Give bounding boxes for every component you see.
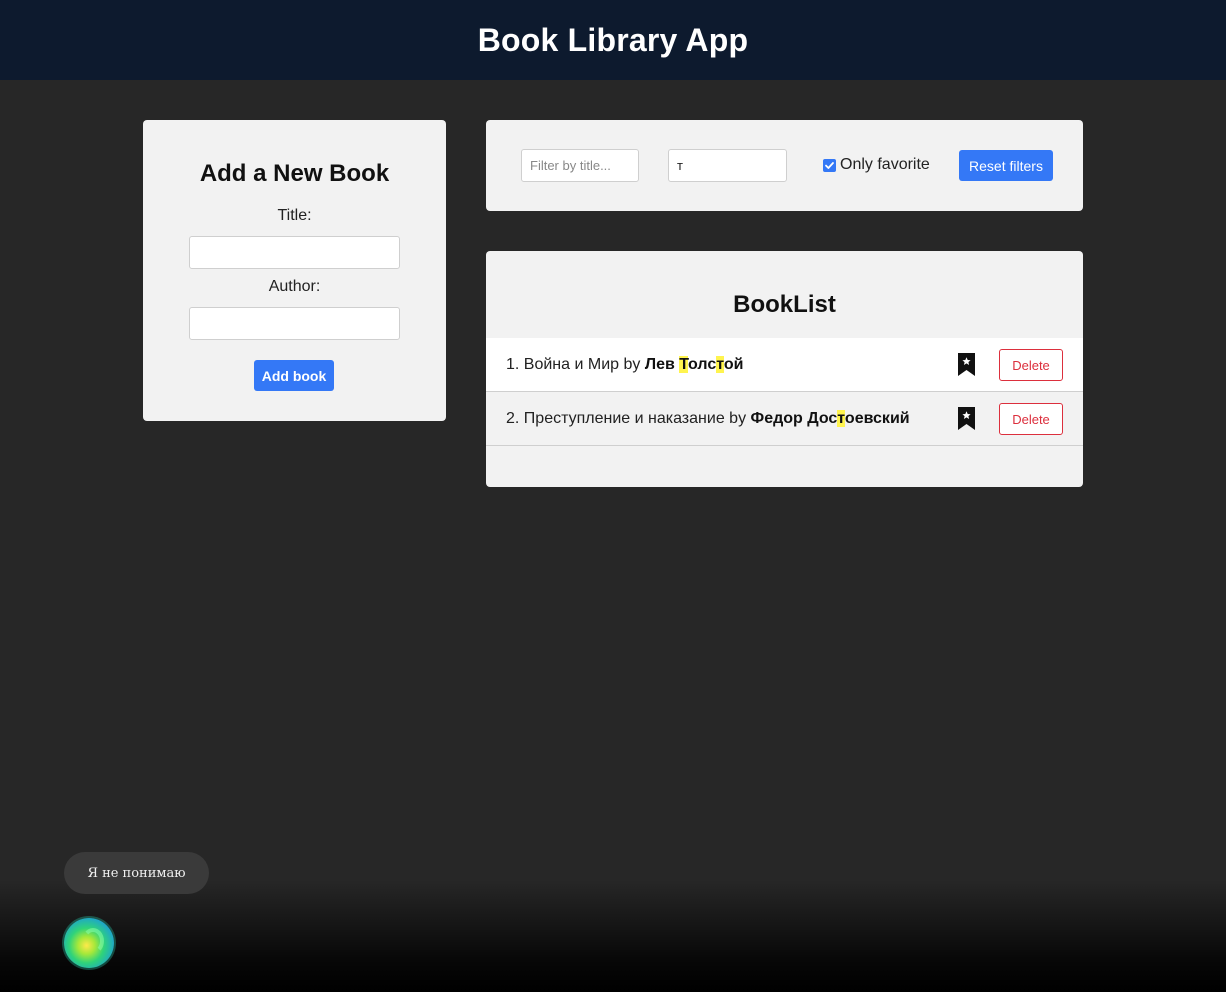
app-title: Book Library App	[477, 21, 749, 58]
app-header: Book Library App	[0, 0, 1226, 80]
book-title: Преступление и наказание	[523, 409, 725, 427]
book-index: 1.	[506, 355, 520, 373]
assistant-orb-icon[interactable]	[64, 918, 114, 968]
author-label: Author:	[268, 278, 321, 295]
author-text: Лев	[644, 355, 680, 373]
book-list-panel: BookList 1. Война и Мир by Лев Толстой D…	[486, 251, 1083, 487]
author-text: ой	[723, 355, 744, 373]
title-filter-input[interactable]	[521, 149, 639, 182]
author-input[interactable]	[189, 307, 400, 340]
book-list-item: 2. Преступление и наказание by Федор Дос…	[486, 392, 1083, 446]
assistant-message-text: Я не понимаю	[87, 865, 186, 881]
book-title: Война и Мир	[523, 355, 620, 373]
add-book-button[interactable]: Add book	[254, 360, 334, 391]
delete-book-button[interactable]: Delete	[999, 403, 1063, 435]
book-author: Лев Толстой	[644, 355, 744, 373]
assistant-message-bubble[interactable]: Я не понимаю	[64, 852, 209, 894]
add-book-form: Add a New Book Title: Author: Add book	[143, 120, 446, 421]
book-by: by	[729, 409, 747, 427]
book-list-item: 1. Война и Мир by Лев Толстой Delete	[486, 338, 1083, 392]
book-by: by	[623, 355, 641, 373]
bookmark-star-icon[interactable]	[957, 352, 976, 377]
book-index: 2.	[506, 409, 520, 427]
reset-filters-button[interactable]: Reset filters	[959, 150, 1053, 181]
title-label: Title:	[277, 207, 312, 224]
only-favorite-label: Only favorite	[840, 156, 930, 173]
title-input[interactable]	[189, 236, 400, 269]
delete-book-button[interactable]: Delete	[999, 349, 1063, 381]
bottom-gradient	[0, 880, 1226, 992]
book-list-heading: BookList	[733, 291, 836, 318]
checkmark-icon	[825, 161, 834, 169]
filters-panel: Only favorite Reset filters	[486, 120, 1083, 211]
author-text: оевский	[844, 409, 910, 427]
author-highlight: т	[716, 355, 724, 373]
only-favorite-checkbox[interactable]	[823, 158, 836, 172]
author-text: Федор Дос	[750, 409, 838, 427]
author-filter-input[interactable]	[668, 149, 787, 182]
author-highlight: Т	[679, 355, 689, 373]
author-text: олс	[688, 355, 717, 373]
book-author: Федор Достоевский	[750, 409, 910, 427]
book-entry-text: 1. Война и Мир by Лев Толстой	[506, 355, 744, 374]
book-entry-text: 2. Преступление и наказание by Федор Дос…	[506, 409, 910, 428]
add-book-heading: Add a New Book	[199, 160, 390, 187]
author-highlight: т	[837, 409, 845, 427]
bookmark-star-icon[interactable]	[957, 406, 976, 431]
book-list: 1. Война и Мир by Лев Толстой Delete 2. …	[486, 338, 1083, 446]
only-favorite-filter[interactable]: Only favorite	[823, 155, 930, 175]
orb-swirl	[82, 928, 104, 954]
